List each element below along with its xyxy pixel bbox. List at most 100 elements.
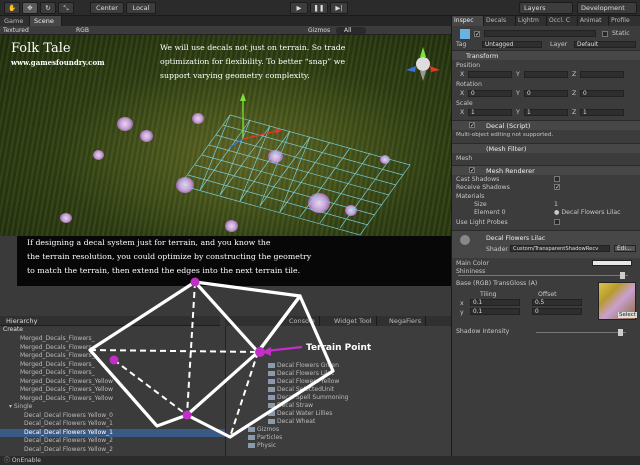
decal-enabled-checkbox[interactable]: ✓	[469, 122, 475, 129]
tab-decals[interactable]: Decals	[484, 16, 516, 26]
layer-label: Layer	[550, 41, 568, 48]
object-name-field[interactable]	[484, 30, 596, 37]
tab-label: Lightm	[518, 17, 539, 24]
transform-header[interactable]: Transform	[452, 50, 640, 60]
tab-label: Profile	[611, 17, 630, 24]
material-name: Decal Flowers Lilac	[486, 235, 546, 242]
tab-lightmap[interactable]: Lightm	[516, 16, 547, 26]
axis-x-label: X	[460, 71, 465, 78]
rotation-y-field[interactable]: 0	[524, 90, 568, 97]
material-header[interactable]	[452, 230, 640, 258]
tab-occlusion[interactable]: Occl. C	[547, 16, 578, 26]
element0-label: Element 0	[474, 209, 506, 216]
position-z-field[interactable]	[580, 71, 624, 78]
diagram-dashed-lines	[89, 281, 334, 438]
axis-y-label: y	[460, 309, 464, 316]
tiling-label: Tiling	[480, 291, 497, 298]
mesh-renderer-header[interactable]: Mesh Renderer	[452, 165, 640, 175]
info-icon: ⓘ	[4, 457, 12, 464]
element0-field[interactable]: ● Decal Flowers Lilac	[554, 209, 621, 216]
scale-z-field[interactable]: 1	[580, 109, 624, 116]
terrain-point-marker	[190, 277, 200, 287]
multi-edit-note: Multi-object editing not supported.	[456, 132, 554, 138]
layout-label: Development	[581, 4, 625, 12]
axis-y-label: Y	[516, 109, 520, 116]
layers-label: Layers	[524, 4, 546, 12]
axis-y-label: Y	[516, 90, 520, 97]
offset-x-field[interactable]: 0.5	[532, 299, 582, 306]
axis-z-label: Z	[572, 71, 577, 78]
mesh-label: Mesh	[456, 155, 473, 162]
light-probes-checkbox[interactable]	[554, 219, 560, 225]
tag-dropdown[interactable]: Untagged	[482, 41, 542, 48]
active-checkbox[interactable]: ✓	[474, 31, 480, 38]
main-color-swatch[interactable]	[592, 260, 632, 266]
tab-inspector[interactable]: Inspec	[452, 16, 484, 26]
cast-shadows-checkbox[interactable]	[554, 176, 560, 182]
offset-y-field[interactable]: 0	[532, 308, 582, 315]
inspector-panel: Inspec Decals Lightm Occl. C Animat Prof…	[451, 16, 640, 456]
axis-x-label: x	[460, 300, 464, 307]
main-color-label: Main Color	[456, 260, 489, 267]
shader-label: Shader	[486, 246, 508, 253]
materials-label: Materials	[456, 193, 485, 200]
mesh-renderer-label: Mesh Renderer	[486, 167, 535, 175]
size-label: Size	[474, 201, 487, 208]
status-text: OnEnable	[11, 457, 41, 464]
layout-dropdown[interactable]: Development	[577, 2, 637, 14]
offset-label: Offset	[538, 291, 557, 298]
shader-dropdown[interactable]: Custom/TransparentShadowRecv	[510, 245, 610, 252]
shininess-label: Shininess	[456, 268, 486, 275]
receive-shadows-checkbox[interactable]: ✓	[554, 184, 560, 191]
axis-z-label: Z	[572, 90, 577, 97]
tab-label: Occl. C	[549, 17, 570, 24]
scale-y-field[interactable]: 1	[524, 109, 568, 116]
tab-animation[interactable]: Animat	[578, 16, 609, 26]
static-checkbox[interactable]	[602, 31, 608, 37]
layers-dropdown[interactable]: Layers	[519, 2, 573, 14]
rotation-z-field[interactable]: 0	[580, 90, 624, 97]
shadow-intensity-slider[interactable]	[536, 332, 626, 333]
rotation-label: Rotation	[456, 81, 482, 88]
cast-shadows-label: Cast Shadows	[456, 176, 500, 183]
position-x-field[interactable]	[468, 71, 512, 78]
tab-label: Animat	[580, 17, 602, 24]
decal-script-header[interactable]: Decal (Script)	[452, 120, 640, 130]
decal-script-label: Decal (Script)	[486, 122, 531, 130]
inspector-tab-bar: Inspec Decals Lightm Occl. C Animat Prof…	[452, 16, 640, 26]
axis-x-label: X	[460, 90, 465, 97]
light-probes-label: Use Light Probes	[456, 219, 508, 226]
tiling-y-field[interactable]: 0.1	[470, 308, 520, 315]
shininess-slider-track[interactable]	[458, 275, 628, 276]
terrain-point-marker	[109, 355, 119, 365]
select-texture-button[interactable]: Select	[618, 312, 637, 318]
tag-label: Tag	[456, 41, 467, 48]
status-bar: ⓘ OnEnable	[0, 456, 640, 465]
size-value[interactable]: 1	[554, 201, 558, 208]
terrain-point-marker	[182, 410, 192, 420]
renderer-enabled-checkbox[interactable]: ✓	[469, 167, 475, 174]
element0-value: Decal Flowers Lilac	[561, 209, 621, 216]
layer-dropdown[interactable]: Default	[574, 41, 636, 48]
shininess-slider-handle[interactable]	[620, 272, 625, 279]
shadow-slider-handle[interactable]	[618, 329, 623, 336]
edit-shader-button[interactable]: Edi...	[614, 245, 636, 252]
axis-y-label: Y	[516, 71, 520, 78]
shadow-intensity-label: Shadow Intensity	[456, 328, 510, 335]
tab-label: Decals	[486, 17, 507, 24]
axis-z-label: Z	[572, 109, 577, 116]
diagram-quad-bottom	[186, 294, 335, 439]
receive-shadows-label: Receive Shadows	[456, 184, 510, 191]
diagram-edge	[88, 348, 159, 428]
rotation-x-field[interactable]: 0	[468, 90, 512, 97]
terrain-point-label: Terrain Point	[306, 343, 372, 353]
terrain-diagram: Terrain Point	[88, 277, 372, 439]
mesh-filter-header[interactable]: (Mesh Filter)	[452, 143, 640, 153]
position-label: Position	[456, 62, 481, 69]
tab-profiler[interactable]: Profile	[609, 16, 640, 26]
scale-x-field[interactable]: 1	[468, 109, 512, 116]
position-y-field[interactable]	[524, 71, 568, 78]
mesh-filter-label: (Mesh Filter)	[486, 145, 527, 153]
tab-label: Inspec	[454, 17, 474, 24]
tiling-x-field[interactable]: 0.1	[470, 299, 520, 306]
